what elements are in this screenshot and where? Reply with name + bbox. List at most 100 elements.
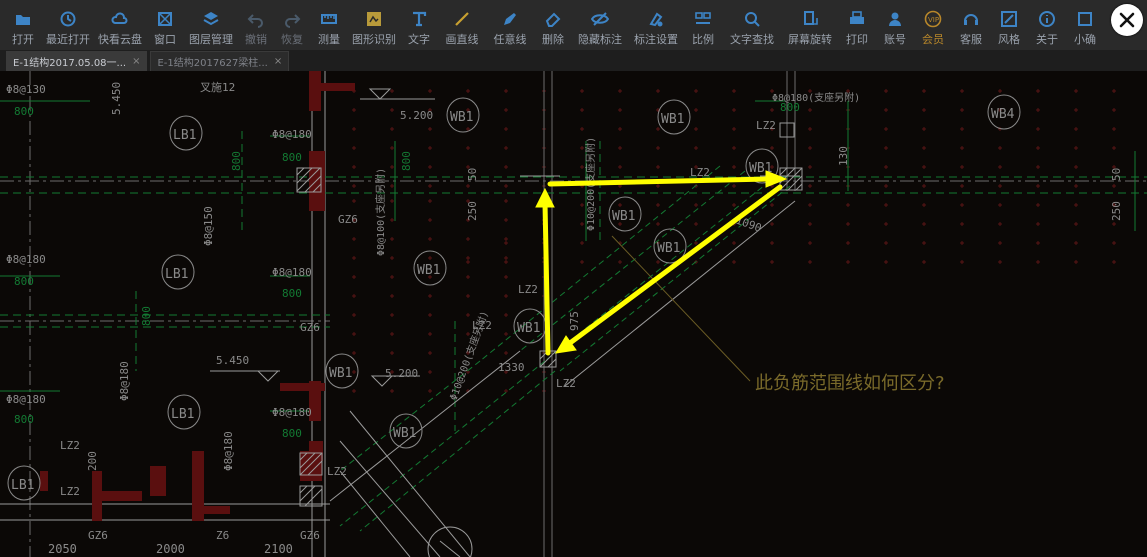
cad-label: GZ6: [88, 529, 108, 542]
printer-icon: [846, 9, 868, 29]
toolbar-label: 测量: [318, 33, 340, 46]
cad-label: Φ8@180: [272, 406, 312, 419]
toolbar-user-button[interactable]: 账号: [876, 0, 914, 50]
tab-close-icon[interactable]: ×: [132, 56, 140, 67]
measure-icon: [318, 9, 340, 29]
cad-label: 800: [140, 306, 153, 326]
toolbar-label: 小确: [1074, 33, 1096, 46]
cad-label: LZ2: [690, 166, 710, 179]
clock-icon: [57, 9, 79, 29]
annotation-settings-icon: [645, 9, 667, 29]
toolbar-cloud-button[interactable]: 快看云盘: [94, 0, 146, 50]
slab-callout-label: WB1: [393, 426, 416, 441]
layers-icon: [200, 9, 222, 29]
slab-callout-label: WB1: [612, 209, 635, 224]
text-icon: [408, 9, 430, 29]
slab-callout-label: LB1: [171, 407, 194, 422]
toolbar-text-button[interactable]: 文字: [400, 0, 438, 50]
svg-text:VIP: VIP: [928, 16, 939, 24]
cad-label: 800: [400, 151, 413, 171]
cad-label: 130: [837, 146, 850, 166]
tab-label: E-1结构2017627梁柱...: [157, 58, 268, 69]
cad-label: Z6: [216, 529, 229, 542]
cloud-icon: [109, 9, 131, 29]
cad-label: 800: [282, 151, 302, 164]
toolbar-shape-recognize-button[interactable]: 图形识别: [348, 0, 400, 50]
slab-callout-label: LB1: [173, 128, 196, 143]
toolbar-vip-button[interactable]: VIP 会员: [914, 0, 952, 50]
toolbar-redo-button[interactable]: 恢复: [274, 0, 310, 50]
close-button[interactable]: [1111, 4, 1143, 36]
toolbar-label: 文字: [408, 33, 430, 46]
toolbar-clock-button[interactable]: 最近打开: [42, 0, 94, 50]
line-icon: [451, 9, 473, 29]
cad-label: 50: [466, 168, 479, 181]
slab-callout-label: WB4: [991, 107, 1015, 122]
cad-label: 800: [230, 151, 243, 171]
text-search-icon: [741, 9, 763, 29]
info-icon: [1036, 9, 1058, 29]
toolbar: 打开 最近打开 快看云盘 窗口 图层管理 撤销 恢复 测量 图形识别 文字 画直线 任意线 删除 隐藏标注…: [0, 0, 1147, 50]
toolbar-pencil-button[interactable]: 任意线: [486, 0, 534, 50]
folder-open-icon: [12, 9, 34, 29]
tab-document-1[interactable]: E-1结构2017.05.08一... ×: [6, 51, 148, 71]
cad-label: Φ8@180: [272, 266, 312, 279]
cad-drawing[interactable]: LB1WB1 WB1 WB4WB1WB1WB1WB1LB1WB1WB1LB1WB1L…: [0, 71, 1147, 557]
cad-label: LZ2: [756, 119, 776, 132]
toolbar-layers-button[interactable]: 图层管理: [184, 0, 238, 50]
eraser-icon: [542, 9, 564, 29]
cad-label: LZ2: [60, 485, 80, 498]
toolbar-label: 撤销: [245, 33, 267, 46]
toolbar-label: 客服: [960, 33, 982, 46]
cad-label: 1330: [498, 361, 525, 374]
toolbar-rotate-screen-button[interactable]: 屏幕旋转: [782, 0, 838, 50]
slab-callout-label: LB1: [11, 478, 34, 493]
toolbar-measure-button[interactable]: 测量: [310, 0, 348, 50]
cad-label: 800: [780, 101, 800, 114]
cad-label: 975: [568, 311, 581, 331]
cad-label: 2100: [264, 542, 293, 556]
document-tab-bar: E-1结构2017.05.08一... × E-1结构2017627梁柱... …: [0, 50, 1147, 71]
tab-document-2[interactable]: E-1结构2017627梁柱... ×: [150, 51, 290, 71]
toolbar-label: 画直线: [445, 33, 479, 46]
cad-label: LZ2: [60, 439, 80, 452]
undo-icon: [245, 9, 267, 29]
drawing-canvas[interactable]: LB1 WB1 WB1 WB4 WB1 WB1 WB1 WB1 LB1 WB1 WB1 LB1 WB1 L…: [0, 71, 1147, 557]
toolbar-info-button[interactable]: 关于: [1028, 0, 1066, 50]
toolbar-style-button[interactable]: 风格: [990, 0, 1028, 50]
mini-icon: [1074, 9, 1096, 29]
cad-label: Φ8@180: [272, 128, 312, 141]
cad-label: 800: [14, 105, 34, 118]
toolbar-undo-button[interactable]: 撤销: [238, 0, 274, 50]
cad-label: GZ6: [338, 213, 358, 226]
toolbar-scale-button[interactable]: 比例: [684, 0, 722, 50]
cad-label: 2000: [156, 542, 185, 556]
toolbar-label: 窗口: [154, 33, 176, 46]
slab-callout-label: WB1: [661, 112, 684, 127]
style-icon: [998, 9, 1020, 29]
cad-label: Φ8@150: [202, 206, 215, 246]
app-window: 打开 最近打开 快看云盘 窗口 图层管理 撤销 恢复 测量 图形识别 文字 画直线 任意线 删除 隐藏标注…: [0, 0, 1147, 557]
cad-label: 5.450: [216, 354, 249, 367]
cad-label: Φ8@180: [6, 253, 46, 266]
slab-callout-label: LB1: [165, 267, 188, 282]
toolbar-mini-button[interactable]: 小确: [1066, 0, 1104, 50]
toolbar-label: 快看云盘: [98, 33, 142, 46]
cad-label: 800: [14, 413, 34, 426]
tab-label: E-1结构2017.05.08一...: [13, 58, 127, 69]
toolbar-text-search-button[interactable]: 文字查找: [722, 0, 782, 50]
cad-label: 800: [14, 275, 34, 288]
toolbar-label: 比例: [692, 33, 714, 46]
toolbar-headset-button[interactable]: 客服: [952, 0, 990, 50]
toolbar-eraser-button[interactable]: 删除: [534, 0, 572, 50]
toolbar-label: 删除: [542, 33, 564, 46]
tab-close-icon[interactable]: ×: [274, 56, 282, 67]
toolbar-folder-open-button[interactable]: 打开: [4, 0, 42, 50]
toolbar-window-button[interactable]: 窗口: [146, 0, 184, 50]
toolbar-printer-button[interactable]: 打印: [838, 0, 876, 50]
shape-recognize-icon: [363, 9, 385, 29]
toolbar-eye-hide-button[interactable]: 隐藏标注: [572, 0, 628, 50]
toolbar-line-button[interactable]: 画直线: [438, 0, 486, 50]
toolbar-annotation-settings-button[interactable]: 标注设置: [628, 0, 684, 50]
toolbar-label: 文字查找: [730, 33, 774, 46]
